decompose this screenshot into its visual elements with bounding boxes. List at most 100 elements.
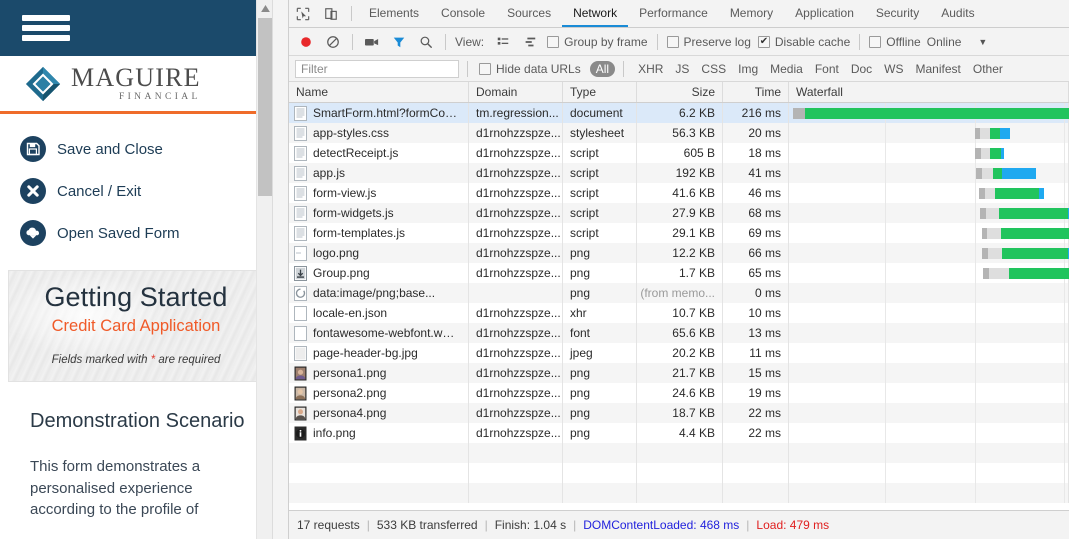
request-type: script [570, 146, 599, 160]
request-type: png [570, 246, 591, 260]
hamburger-menu-icon[interactable] [22, 12, 70, 44]
clear-no-entry-icon[interactable] [320, 29, 346, 55]
empty-row [289, 463, 1069, 483]
request-size: 20.2 KB [672, 346, 715, 360]
table-row[interactable]: fontawesome-webfont.wof... d1rnohzzspze..… [289, 323, 1069, 343]
filter-input[interactable]: Filter [295, 59, 459, 78]
filter-type-js[interactable]: JS [669, 61, 695, 77]
tab-performance[interactable]: Performance [628, 0, 719, 27]
tab-audits[interactable]: Audits [930, 0, 985, 27]
chevron-down-icon[interactable]: ▼ [978, 37, 987, 47]
table-row[interactable]: persona1.png d1rnohzzspze... png 21.7 KB 15 … [289, 363, 1069, 383]
inspect-element-icon[interactable] [289, 0, 317, 27]
cell-name: app.js [289, 163, 469, 183]
waterfall-bar [978, 188, 1045, 199]
table-row[interactable]: app.js d1rnohzzspze... script 192 KB 41 ms [289, 163, 1069, 183]
waterfall-segment-download [1009, 268, 1069, 279]
request-domain: d1rnohzzspze... [476, 126, 561, 140]
table-row[interactable]: persona2.png d1rnohzzspze... png 24.6 KB 19 … [289, 383, 1069, 403]
tab-console[interactable]: Console [430, 0, 496, 27]
menu-item-save-and-close[interactable]: Save and Close [20, 128, 272, 170]
record-stop-icon[interactable] [293, 29, 319, 55]
column-header-name[interactable]: Name [289, 82, 469, 102]
waterfall-segment-download [995, 188, 1040, 199]
table-row[interactable]: logo.png d1rnohzzspze... png 12.2 KB 66 ms [289, 243, 1069, 263]
filter-type-font[interactable]: Font [809, 61, 845, 77]
filter-type-css[interactable]: CSS [695, 61, 732, 77]
preserve-log-checkbox[interactable]: Preserve log [666, 35, 751, 49]
page-scrollbar[interactable] [256, 0, 272, 539]
cell-type: stylesheet [563, 123, 637, 143]
menu-item-cancel-exit[interactable]: Cancel / Exit [20, 170, 272, 212]
filter-type-all[interactable]: All [589, 60, 616, 77]
table-row[interactable]: Group.png d1rnohzzspze... png 1.7 KB 65 ms [289, 263, 1069, 283]
menu-item-open-saved-form[interactable]: Open Saved Form [20, 212, 272, 254]
filter-type-img[interactable]: Img [732, 61, 764, 77]
cell-type: png [563, 243, 637, 263]
disable-cache-checkbox[interactable]: Disable cache [757, 35, 850, 49]
filter-type-media[interactable]: Media [764, 61, 809, 77]
summary-separator: | [573, 518, 577, 532]
table-row[interactable]: form-templates.js d1rnohzzspze... script 29… [289, 223, 1069, 243]
column-header-time[interactable]: Time [723, 82, 789, 102]
cell-waterfall [789, 223, 1069, 243]
tab-security[interactable]: Security [865, 0, 930, 27]
throttling-value[interactable]: Online [927, 35, 962, 49]
column-header-waterfall[interactable]: Waterfall [789, 82, 1069, 102]
offline-checkbox[interactable]: Offline [869, 35, 921, 49]
filter-type-other[interactable]: Other [967, 61, 1009, 77]
cell-domain: d1rnohzzspze... [469, 143, 563, 163]
table-row[interactable]: app-styles.css d1rnohzzspze... stylesheet 5… [289, 123, 1069, 143]
table-row[interactable]: data:image/png;base... png (from memo... 0 … [289, 283, 1069, 303]
request-name: persona2.png [313, 386, 387, 400]
camera-icon[interactable] [359, 29, 385, 55]
network-request-table: Name Domain Type Size Time Waterfall Sma… [289, 82, 1069, 510]
table-row[interactable]: info.png d1rnohzzspze... png 4.4 KB 22 ms [289, 423, 1069, 443]
device-toolbar-icon[interactable] [317, 0, 345, 27]
menu-item-label: Open Saved Form [57, 224, 180, 242]
waterfall-view-icon[interactable] [517, 29, 543, 55]
tab-network[interactable]: Network [562, 0, 629, 27]
group-by-frame-checkbox[interactable]: Group by frame [547, 35, 648, 49]
table-row[interactable]: detectReceipt.js d1rnohzzspze... script 605… [289, 143, 1069, 163]
waterfall-segment-download [990, 148, 1001, 159]
cell-name: SmartForm.html?formCod... [289, 103, 469, 123]
document-file-icon [294, 165, 307, 181]
table-row[interactable]: page-header-bg.jpg d1rnohzzspze... jpeg 20.… [289, 343, 1069, 363]
table-row[interactable]: persona4.png d1rnohzzspze... png 18.7 KB 22 … [289, 403, 1069, 423]
page-scrollbar-thumb[interactable] [258, 18, 272, 196]
tab-memory[interactable]: Memory [719, 0, 784, 27]
column-header-type[interactable]: Type [563, 82, 637, 102]
table-row[interactable]: SmartForm.html?formCod... tm.regression..… [289, 103, 1069, 123]
magnifier-search-icon[interactable] [413, 29, 439, 55]
scroll-up-arrow-icon[interactable] [257, 0, 272, 17]
filter-type-ws[interactable]: WS [878, 61, 909, 77]
funnel-filter-icon[interactable] [386, 29, 412, 55]
column-header-size[interactable]: Size [637, 82, 723, 102]
required-fields-note: Fields marked with * are required [52, 354, 221, 366]
request-domain: d1rnohzzspze... [476, 366, 561, 380]
table-row[interactable]: form-view.js d1rnohzzspze... script 41.6 KB… [289, 183, 1069, 203]
table-row[interactable]: locale-en.json d1rnohzzspze... xhr 10.7 KB 1… [289, 303, 1069, 323]
filter-type-xhr[interactable]: XHR [632, 61, 669, 77]
waterfall-segment-waiting [1001, 168, 1037, 179]
request-type: font [570, 326, 591, 340]
empty-waterfall-cell [789, 443, 1069, 463]
column-header-domain[interactable]: Domain [469, 82, 563, 102]
cell-name: logo.png [289, 243, 469, 263]
table-row[interactable]: form-widgets.js d1rnohzzspze... script 27.9… [289, 203, 1069, 223]
tab-elements[interactable]: Elements [358, 0, 430, 27]
tab-sources[interactable]: Sources [496, 0, 562, 27]
tab-application[interactable]: Application [784, 0, 865, 27]
cell-type: png [563, 423, 637, 443]
filter-type-manifest[interactable]: Manifest [910, 61, 967, 77]
panel-splitter[interactable] [272, 0, 288, 539]
cell-waterfall [789, 103, 1069, 123]
filter-type-doc[interactable]: Doc [845, 61, 878, 77]
cell-domain: d1rnohzzspze... [469, 423, 563, 443]
waterfall-gridlines [789, 303, 1068, 323]
brand-logo[interactable]: MAGUIRE FINANCIAL [24, 64, 201, 103]
hide-data-urls-checkbox[interactable]: Hide data URLs [479, 62, 581, 76]
filterbar-divider [623, 60, 625, 77]
list-view-icon[interactable] [490, 29, 516, 55]
